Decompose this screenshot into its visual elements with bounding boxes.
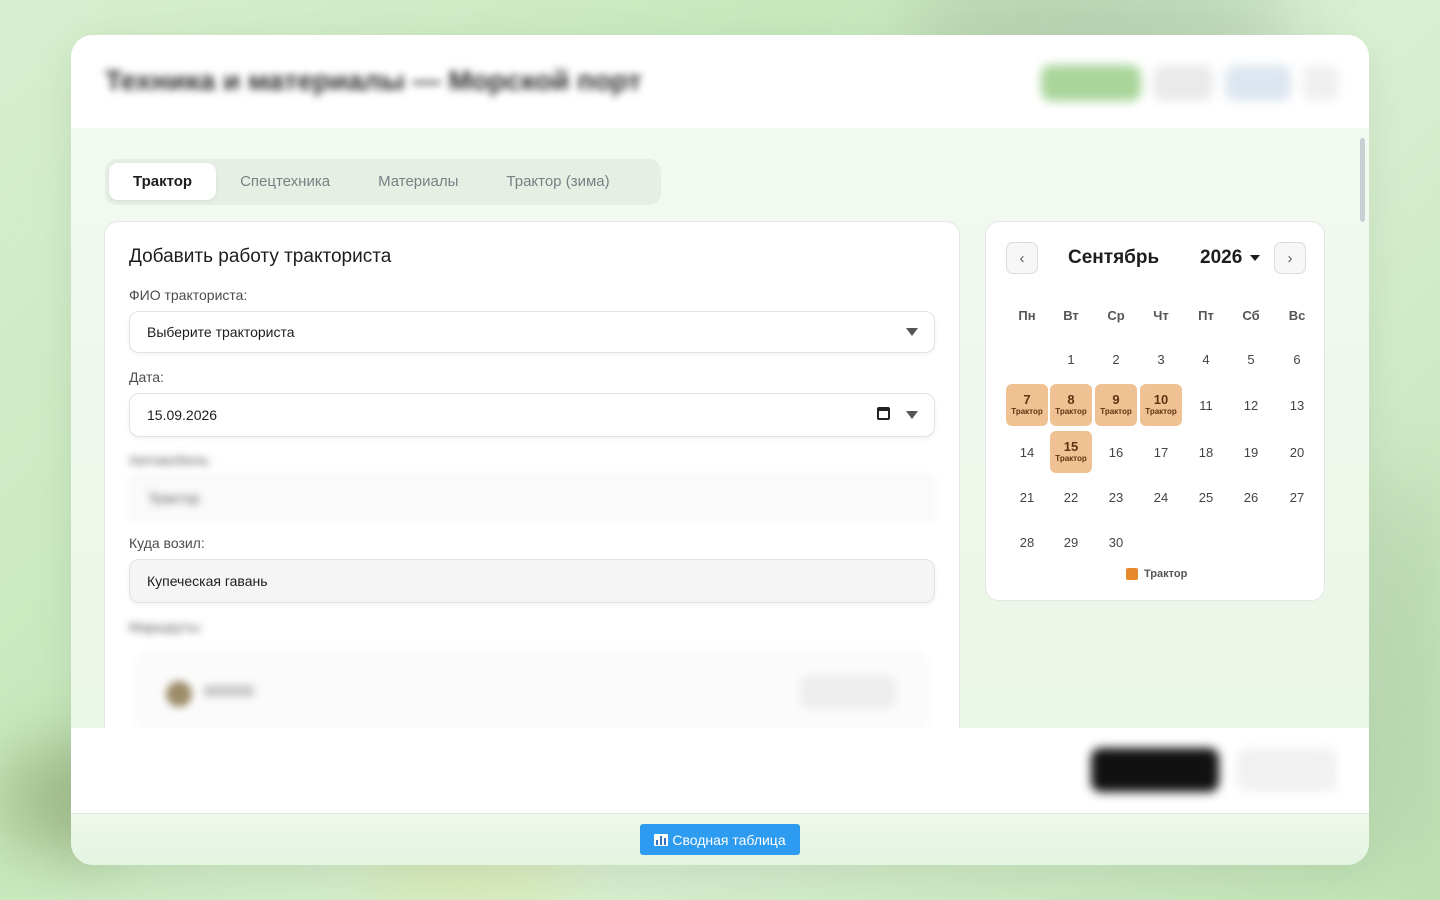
calendar-day[interactable]: 12 (1230, 384, 1272, 426)
weekday-header: Чт (1153, 308, 1169, 323)
route-action-button[interactable] (800, 675, 896, 709)
calendar-day[interactable]: 22 (1050, 476, 1092, 518)
calendar-day[interactable]: 18 (1185, 431, 1227, 473)
calendar-day-marked[interactable]: 9 Трактор (1095, 384, 1137, 426)
calendar-day-marked[interactable]: 7 Трактор (1006, 384, 1048, 426)
destination-input[interactable]: Купеческая гавань (129, 559, 935, 603)
calendar-day[interactable]: 24 (1140, 476, 1182, 518)
calendar-prev-button[interactable]: ‹ (1006, 242, 1038, 274)
calendar-day[interactable]: 11 (1185, 384, 1227, 426)
tab-bar: Трактор Спецтехника Материалы Трактор (з… (105, 159, 661, 205)
vehicle-select-blurred[interactable]: Трактор (129, 475, 935, 521)
modal-footer (71, 728, 1369, 813)
header-actions-blurred (1041, 65, 1339, 101)
chevron-down-icon (1250, 255, 1261, 261)
driver-label: ФИО тракториста: (129, 287, 248, 303)
add-work-form: Добавить работу тракториста ФИО трактори… (104, 221, 960, 728)
calendar-year-value: 2026 (1200, 247, 1243, 268)
summary-table-button[interactable]: Сводная таблица (640, 824, 800, 855)
weekday-header: Сб (1242, 308, 1260, 323)
submit-button-blurred[interactable] (1091, 748, 1219, 792)
calendar-day[interactable]: 30 (1095, 521, 1137, 563)
tab-special-equipment[interactable]: Спецтехника (216, 163, 354, 200)
calendar-day[interactable]: 29 (1050, 521, 1092, 563)
bottom-bar: Сводная таблица (71, 813, 1369, 865)
calendar-month: Сентябрь (1068, 247, 1160, 268)
header-close-button[interactable] (1303, 65, 1339, 101)
destination-input-value: Купеческая гавань (147, 573, 268, 589)
summary-table-label: Сводная таблица (672, 831, 786, 848)
destination-label: Куда возил: (129, 535, 205, 551)
calendar-day[interactable]: 26 (1230, 476, 1272, 518)
calendar-day[interactable]: 20 (1276, 431, 1318, 473)
header-action-3[interactable] (1225, 65, 1291, 101)
cancel-button-blurred[interactable] (1237, 748, 1337, 792)
driver-select[interactable]: Выберите тракториста (129, 311, 935, 353)
calendar-day[interactable]: 6 (1276, 338, 1318, 380)
calendar-day[interactable]: 28 (1006, 521, 1048, 563)
calendar-day[interactable]: 4 (1185, 338, 1227, 380)
vehicle-label-blurred: Автомобиль: (129, 452, 213, 468)
header-action-2[interactable] (1153, 65, 1213, 101)
tab-tractor-winter[interactable]: Трактор (зима) (482, 163, 633, 200)
calendar-day[interactable]: 19 (1230, 431, 1272, 473)
modal-header: Техника и материалы — Морской порт (71, 35, 1369, 128)
calendar-icon[interactable] (877, 407, 890, 420)
legend-swatch (1126, 568, 1138, 580)
calendar-widget: ‹ Сентябрь 2026 › Пн Вт Ср Чт Пт Сб Вс 1 2 3 4 5 6 7 Т… (985, 221, 1325, 601)
date-label: Дата: (129, 369, 164, 385)
weekday-header: Пн (1018, 308, 1036, 323)
weekday-header: Вс (1288, 308, 1306, 323)
driver-select-value: Выберите тракториста (147, 324, 295, 340)
calendar-day[interactable]: 16 (1095, 431, 1137, 473)
modal-dialog: Техника и материалы — Морской порт Тракт… (71, 35, 1369, 865)
calendar-next-button[interactable]: › (1274, 242, 1306, 274)
chevron-down-icon (906, 328, 918, 336)
calendar-day-marked[interactable]: 15 Трактор (1050, 431, 1092, 473)
legend-label: Трактор (1144, 568, 1188, 580)
calendar-year-select[interactable]: 2026 (1200, 247, 1261, 269)
weekday-header: Вт (1063, 308, 1079, 323)
calendar-day[interactable]: 17 (1140, 431, 1182, 473)
calendar-legend: Трактор (1126, 568, 1187, 580)
bar-chart-icon (654, 833, 669, 846)
calendar-day[interactable]: 13 (1276, 384, 1318, 426)
calendar-day-marked[interactable]: 10 Трактор (1140, 384, 1182, 426)
chevron-down-icon[interactable] (906, 411, 918, 419)
calendar-day[interactable]: 25 (1185, 476, 1227, 518)
header-action-1[interactable] (1041, 65, 1141, 101)
modal-title-blurred: Техника и материалы — Морской порт (105, 65, 642, 96)
form-title: Добавить работу тракториста (129, 246, 392, 267)
date-input-value: 15.09.2026 (147, 407, 218, 423)
scrollbar-thumb[interactable] (1360, 138, 1365, 222)
calendar-day-marked[interactable]: 8 Трактор (1050, 384, 1092, 426)
weekday-header: Ср (1107, 308, 1125, 323)
calendar-day[interactable]: 14 (1006, 431, 1048, 473)
calendar-day[interactable]: 21 (1006, 476, 1048, 518)
calendar-day[interactable]: 1 (1050, 338, 1092, 380)
weekday-header: Пт (1198, 308, 1214, 323)
calendar-day[interactable]: 3 (1140, 338, 1182, 380)
calendar-day[interactable]: 23 (1095, 476, 1137, 518)
routes-label-blurred: Маршруты: (129, 619, 203, 635)
avatar (166, 681, 192, 707)
routes-box-blurred (137, 652, 927, 728)
modal-body: Трактор Спецтехника Материалы Трактор (з… (71, 128, 1369, 728)
tab-materials[interactable]: Материалы (354, 163, 482, 200)
date-input[interactable]: 15.09.2026 (129, 393, 935, 437)
calendar-day[interactable]: 27 (1276, 476, 1318, 518)
calendar-day[interactable]: 5 (1230, 338, 1272, 380)
tab-tractor[interactable]: Трактор (109, 163, 217, 200)
calendar-day[interactable]: 2 (1095, 338, 1137, 380)
